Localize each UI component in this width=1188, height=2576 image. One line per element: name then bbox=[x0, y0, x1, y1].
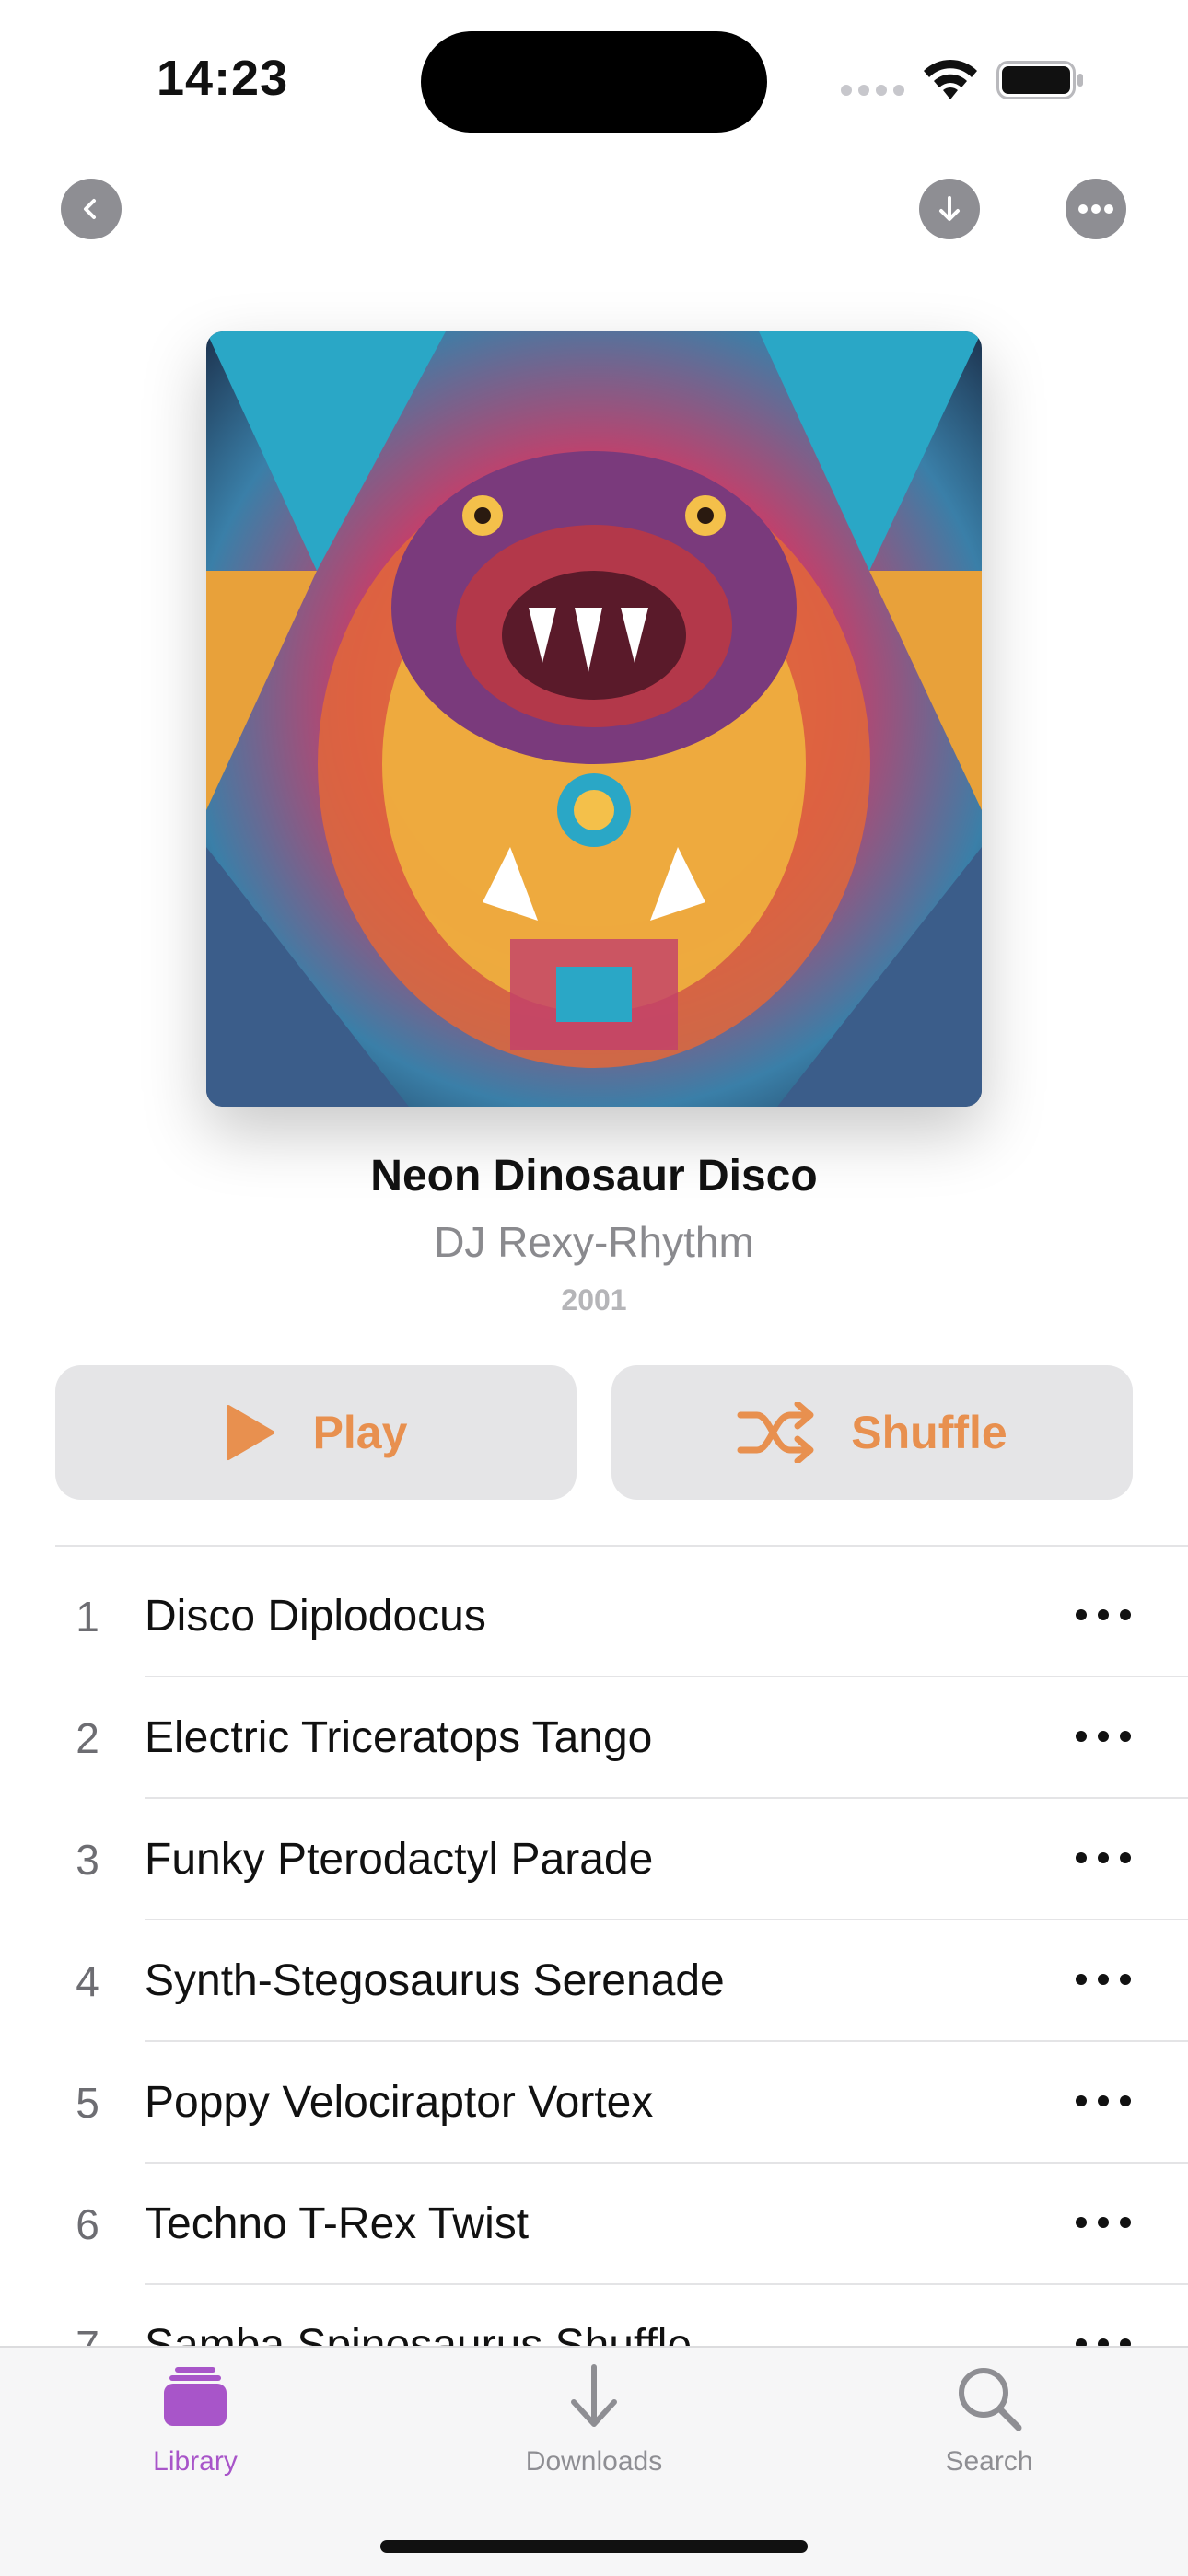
ellipsis-circle-icon bbox=[1078, 204, 1113, 214]
album-title: Neon Dinosaur Disco bbox=[370, 1152, 818, 1201]
track-more-button[interactable] bbox=[1076, 2217, 1131, 2232]
play-label: Play bbox=[312, 1407, 408, 1458]
track-row[interactable]: 4 Synth-Stegosaurus Serenade bbox=[0, 1920, 1188, 2042]
play-icon bbox=[226, 1405, 274, 1460]
track-title: Synth-Stegosaurus Serenade bbox=[145, 1956, 725, 2005]
track-title: Electric Triceratops Tango bbox=[145, 1713, 653, 1762]
track-number: 6 bbox=[76, 2200, 99, 2248]
track-number: 2 bbox=[76, 1714, 99, 1762]
track-title: Disco Diplodocus bbox=[145, 1592, 486, 1641]
track-number: 5 bbox=[76, 2079, 99, 2127]
more-options-button[interactable] bbox=[1066, 179, 1126, 239]
track-row[interactable]: 1 Disco Diplodocus bbox=[0, 1556, 1188, 1677]
library-stack-icon bbox=[164, 2367, 227, 2426]
list-divider bbox=[55, 1545, 1188, 1547]
chevron-left-icon bbox=[84, 199, 96, 219]
arrow-down-circle-icon bbox=[939, 196, 960, 221]
track-row[interactable]: 2 Electric Triceratops Tango bbox=[0, 1677, 1188, 1799]
track-title: Funky Pterodactyl Parade bbox=[145, 1835, 654, 1884]
album-artist-link[interactable]: DJ Rexy-Rhythm bbox=[0, 1217, 1188, 1267]
track-title: Poppy Velociraptor Vortex bbox=[145, 2078, 654, 2127]
tab-label: Downloads bbox=[525, 2446, 663, 2477]
tab-search[interactable]: Search bbox=[874, 2361, 1104, 2477]
album-year: 2001 bbox=[561, 1283, 627, 1317]
shuffle-button[interactable]: Shuffle bbox=[611, 1365, 1133, 1500]
tab-library[interactable]: Library bbox=[80, 2361, 310, 2477]
cellular-signal-icon bbox=[841, 85, 905, 96]
home-indicator[interactable] bbox=[380, 2540, 808, 2553]
track-more-button[interactable] bbox=[1076, 2095, 1131, 2110]
track-more-button[interactable] bbox=[1076, 1852, 1131, 1867]
play-button[interactable]: Play bbox=[55, 1365, 577, 1500]
album-artwork-image bbox=[206, 331, 982, 1107]
tab-downloads[interactable]: Downloads bbox=[479, 2361, 709, 2477]
track-more-button[interactable] bbox=[1076, 1974, 1131, 1989]
download-button[interactable] bbox=[919, 179, 980, 239]
tab-label: Library bbox=[153, 2446, 238, 2477]
track-more-button[interactable] bbox=[1076, 1731, 1131, 1746]
shuffle-label: Shuffle bbox=[851, 1407, 1007, 1458]
magnifying-glass-icon bbox=[959, 2368, 1022, 2431]
wifi-icon bbox=[924, 59, 977, 99]
status-time: 14:23 bbox=[157, 51, 289, 106]
track-row[interactable]: 3 Funky Pterodactyl Parade bbox=[0, 1799, 1188, 1920]
track-row[interactable]: 5 Poppy Velociraptor Vortex bbox=[0, 2042, 1188, 2164]
dynamic-island bbox=[421, 31, 767, 133]
track-title: Techno T-Rex Twist bbox=[145, 2199, 530, 2248]
track-row[interactable]: 6 Techno T-Rex Twist bbox=[0, 2164, 1188, 2285]
track-number: 4 bbox=[76, 1957, 99, 2005]
album-artwork[interactable] bbox=[206, 331, 982, 1107]
arrow-down-icon bbox=[571, 2364, 617, 2427]
back-button[interactable] bbox=[61, 179, 122, 239]
battery-icon bbox=[996, 61, 1083, 99]
track-more-button[interactable] bbox=[1076, 1609, 1131, 1624]
tab-label: Search bbox=[945, 2446, 1033, 2477]
track-number: 1 bbox=[76, 1593, 99, 1641]
shuffle-icon bbox=[737, 1402, 814, 1463]
track-number: 3 bbox=[76, 1836, 99, 1884]
